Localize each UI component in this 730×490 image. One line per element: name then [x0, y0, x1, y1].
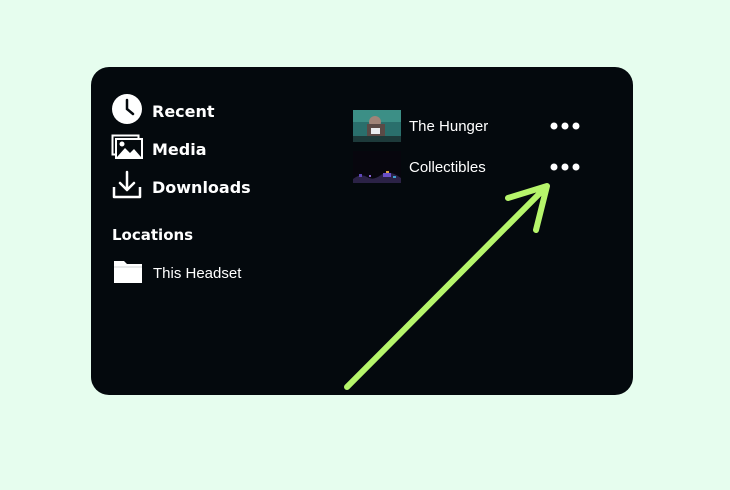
annotation-arrow: [344, 183, 550, 390]
